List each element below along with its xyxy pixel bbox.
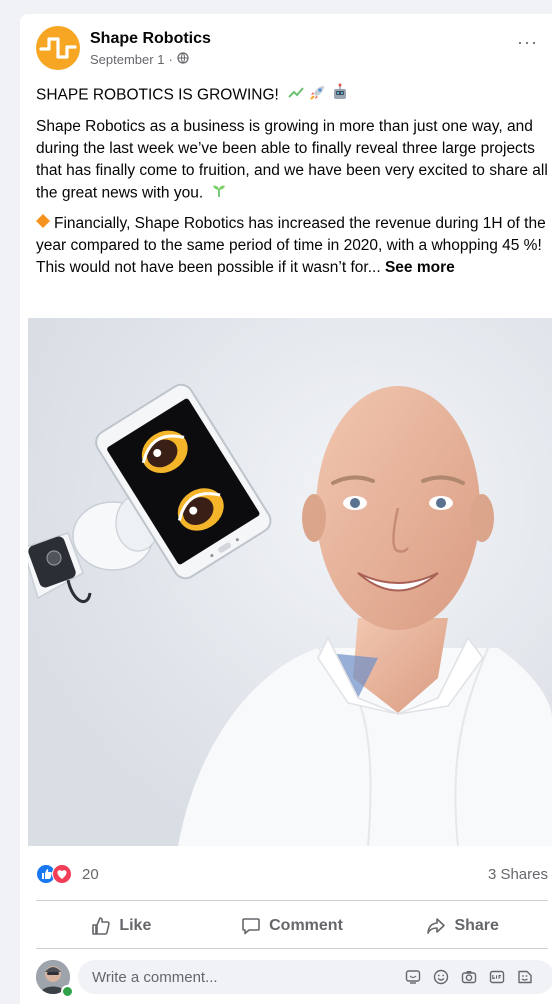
gif-icon[interactable] bbox=[488, 968, 506, 986]
smiley-icon[interactable] bbox=[432, 968, 450, 986]
divider-bottom bbox=[36, 948, 548, 949]
comment-label: Comment bbox=[269, 917, 343, 934]
like-label: Like bbox=[119, 917, 152, 934]
post-header: Shape Robotics September 1 · ··· bbox=[36, 26, 546, 74]
more-options-button[interactable]: ··· bbox=[517, 32, 538, 53]
post-date-link[interactable]: September 1 bbox=[90, 52, 164, 67]
share-button[interactable]: Share bbox=[377, 909, 548, 943]
robot-emoji-icon bbox=[331, 83, 349, 108]
post-body: SHAPE ROBOTICS IS GROWING! Shape Robotic… bbox=[36, 83, 548, 287]
globe-icon bbox=[177, 52, 189, 67]
post-paragraph-1: Shape Robotics as a business is growing … bbox=[36, 118, 548, 202]
comment-input[interactable] bbox=[90, 967, 384, 987]
seedling-emoji-icon bbox=[211, 182, 227, 205]
meta-separator: · bbox=[168, 52, 173, 67]
comment-button[interactable]: Comment bbox=[207, 909, 378, 943]
comment-input-wrapper[interactable] bbox=[78, 960, 552, 994]
post-headline-line: SHAPE ROBOTICS IS GROWING! bbox=[36, 83, 548, 108]
post-paragraph-2: Financially, Shape Robotics has increase… bbox=[36, 215, 546, 277]
post-meta: September 1 · bbox=[90, 52, 189, 67]
reactions-bar: 20 3 Shares bbox=[36, 864, 548, 886]
avatar-sticker-icon[interactable] bbox=[516, 968, 534, 986]
rocket-emoji-icon bbox=[309, 83, 327, 108]
thumbs-up-icon bbox=[92, 917, 111, 935]
chart-emoji-icon bbox=[287, 84, 306, 107]
post-paragraph-1-block: Shape Robotics as a business is growing … bbox=[36, 116, 548, 205]
reaction-icons[interactable] bbox=[36, 864, 72, 884]
page-name-link[interactable]: Shape Robotics bbox=[90, 30, 211, 48]
post-card: Shape Robotics September 1 · ··· SHAPE R… bbox=[20, 14, 552, 1004]
post-photo[interactable] bbox=[28, 318, 552, 846]
diamond-emoji-icon bbox=[36, 213, 50, 235]
shares-count-link[interactable]: 3 Shares bbox=[488, 866, 548, 883]
reaction-count[interactable]: 20 bbox=[82, 866, 99, 883]
action-bar: Like Comment Share bbox=[36, 909, 548, 943]
share-label: Share bbox=[454, 917, 499, 934]
love-reaction-icon bbox=[52, 864, 72, 884]
post-headline: SHAPE ROBOTICS IS GROWING! bbox=[36, 86, 279, 104]
post-paragraph-2-block: Financially, Shape Robotics has increase… bbox=[36, 213, 548, 279]
online-status-dot bbox=[61, 985, 74, 998]
sticker-icon[interactable] bbox=[404, 968, 422, 986]
page-logo-avatar[interactable] bbox=[36, 26, 80, 70]
like-button[interactable]: Like bbox=[36, 909, 207, 943]
comment-tools bbox=[404, 968, 534, 986]
camera-icon[interactable] bbox=[460, 968, 478, 986]
share-icon bbox=[427, 918, 446, 934]
comment-composer bbox=[36, 960, 552, 998]
see-more-link[interactable]: See more bbox=[385, 259, 455, 276]
divider-top bbox=[36, 900, 548, 901]
comment-icon bbox=[242, 918, 260, 935]
